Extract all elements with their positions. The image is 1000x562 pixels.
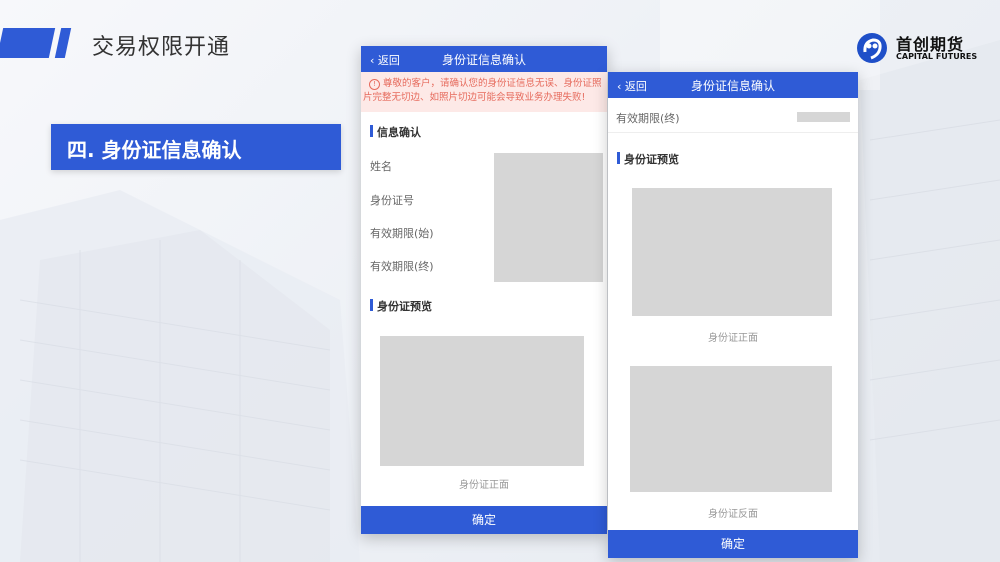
phone1-warning-text: 尊敬的客户，请确认您的身份证信息无误、身份证照片完整无切边、如照片切边可能会导致… — [363, 78, 602, 103]
phone1-id-front-caption: 身份证正面 — [459, 480, 509, 491]
phone2-id-front-image[interactable] — [632, 188, 832, 316]
phone-screen-1: ‹ 返回 身份证信息确认 ! 尊敬的客户，请确认您的身份证信息无误、身份证照片完整… — [361, 46, 607, 534]
phone2-id-front-caption: 身份证正面 — [708, 333, 758, 344]
capital-futures-logo-icon — [857, 33, 887, 63]
phone1-confirm-button[interactable]: 确定 — [361, 506, 607, 534]
phone2-preview-section-title: 身份证预览 — [617, 151, 679, 167]
company-logo: 首创期货 CAPITAL FUTURES — [856, 30, 986, 66]
section-heading-box: 四. 身份证信息确认 — [51, 124, 341, 170]
phone2-header: ‹ 返回 身份证信息确认 — [608, 72, 858, 98]
phone-screen-2: ‹ 返回 身份证信息确认 有效期限(终) 身份证预览 身份证正面 身份证反面 确… — [608, 72, 858, 558]
section-heading: 四. 身份证信息确认 — [67, 138, 242, 162]
logo-name-en: CAPITAL FUTURES — [896, 52, 978, 61]
phone1-info-section-title: 信息确认 — [370, 124, 421, 140]
phone1-field-valid-from: 有效期限(始) — [370, 227, 434, 240]
phone1-field-valid-to: 有效期限(终) — [370, 260, 434, 273]
phone2-confirm-button[interactable]: 确定 — [608, 530, 858, 558]
phone1-header-title: 身份证信息确认 — [441, 53, 526, 67]
phone1-field-name: 姓名 — [370, 160, 392, 173]
phone1-header: ‹ 返回 身份证信息确认 — [361, 46, 607, 72]
title-accent-bar — [0, 28, 56, 58]
phone2-header-title: 身份证信息确认 — [690, 79, 775, 93]
slide-title: 交易权限开通 — [92, 35, 231, 60]
phone1-preview-section-title: 身份证预览 — [370, 298, 432, 314]
phone1-warning-banner: ! 尊敬的客户，请确认您的身份证信息无误、身份证照片完整无切边、如照片切边可能会导… — [361, 72, 607, 112]
phone2-id-back-image[interactable] — [630, 366, 832, 492]
phone1-id-front-image[interactable] — [380, 336, 584, 466]
divider — [608, 132, 858, 133]
phone1-info-values-placeholder — [494, 153, 603, 282]
phone2-id-back-caption: 身份证反面 — [708, 509, 758, 520]
phone1-field-id-number: 身份证号 — [370, 194, 414, 207]
phone2-field-valid-to: 有效期限(终) — [616, 112, 680, 125]
warning-icon: ! — [369, 79, 380, 90]
phone2-valid-to-value-placeholder — [797, 112, 850, 122]
title-accent-bar-small — [54, 28, 72, 58]
